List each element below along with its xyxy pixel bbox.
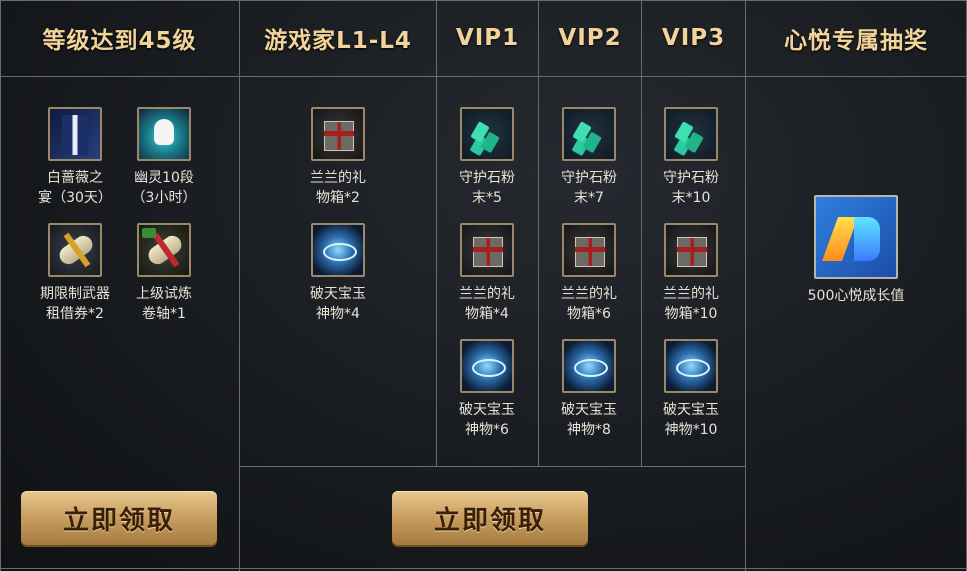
reward-item: 守护石粉 末*10 bbox=[641, 107, 741, 208]
reward-item: 兰兰的礼 物箱*10 bbox=[641, 223, 741, 324]
reward-item: 破天宝玉 神物*4 bbox=[288, 223, 388, 324]
reward-caption: 兰兰的礼 物箱*2 bbox=[310, 170, 366, 206]
reward-caption: 破天宝玉 神物*10 bbox=[663, 402, 719, 438]
header-vip1: VIP1 bbox=[455, 25, 520, 51]
header-level45: 等级达到45级 bbox=[42, 28, 197, 54]
header-divider bbox=[0, 76, 967, 77]
crystal-icon bbox=[460, 107, 514, 161]
jade-orb-icon bbox=[664, 339, 718, 393]
reward-item: 兰兰的礼 物箱*2 bbox=[288, 107, 388, 208]
reward-caption: 兰兰的礼 物箱*10 bbox=[663, 286, 719, 322]
reward-caption: 兰兰的礼 物箱*4 bbox=[459, 286, 515, 322]
reward-item: 破天宝玉 神物*10 bbox=[641, 339, 741, 440]
grid-left-line bbox=[0, 0, 1, 571]
reward-item: 破天宝玉 神物*8 bbox=[539, 339, 639, 440]
jade-orb-icon bbox=[311, 223, 365, 277]
header-vip3: VIP3 bbox=[661, 25, 726, 51]
crystal-icon bbox=[562, 107, 616, 161]
reward-caption: 白蔷薇之 宴（30天） bbox=[38, 170, 112, 206]
reward-caption: 守护石粉 末*10 bbox=[663, 170, 719, 206]
reward-caption: 破天宝玉 神物*8 bbox=[561, 402, 617, 438]
scroll-icon bbox=[48, 223, 102, 277]
tag-icon bbox=[142, 228, 156, 238]
column-divider-5 bbox=[745, 0, 746, 571]
header-gamer: 游戏家L1-L4 bbox=[264, 28, 412, 54]
reward-item: 500心悦成长值 bbox=[786, 195, 926, 306]
gift-box-icon bbox=[311, 107, 365, 161]
jade-orb-icon bbox=[460, 339, 514, 393]
reward-item: 兰兰的礼 物箱*6 bbox=[539, 223, 639, 324]
grid-bottom-line bbox=[0, 568, 967, 569]
reward-item: 守护石粉 末*5 bbox=[437, 107, 537, 208]
reward-caption: 上级试炼 卷轴*1 bbox=[136, 286, 192, 322]
reward-item: 白蔷薇之 宴（30天） bbox=[25, 107, 125, 208]
scroll-icon bbox=[137, 223, 191, 277]
reward-caption: 守护石粉 末*7 bbox=[561, 170, 617, 206]
column-divider-1 bbox=[239, 0, 240, 571]
reward-caption: 兰兰的礼 物箱*6 bbox=[561, 286, 617, 322]
reward-caption: 守护石粉 末*5 bbox=[459, 170, 515, 206]
gift-box-icon bbox=[562, 223, 616, 277]
claim-vip-button[interactable]: 立即领取 bbox=[392, 491, 588, 545]
suit-icon bbox=[48, 107, 102, 161]
reward-caption: 破天宝玉 神物*4 bbox=[310, 286, 366, 322]
reward-item: 兰兰的礼 物箱*4 bbox=[437, 223, 537, 324]
crystal-icon bbox=[664, 107, 718, 161]
reward-item: 期限制武器 租借券*2 bbox=[25, 223, 125, 324]
reward-item: 守护石粉 末*7 bbox=[539, 107, 639, 208]
reward-caption: 500心悦成长值 bbox=[807, 288, 905, 304]
vip-logo-icon bbox=[814, 195, 898, 279]
header-vip2: VIP2 bbox=[558, 25, 622, 51]
claim-level45-button[interactable]: 立即领取 bbox=[21, 491, 217, 545]
reward-caption: 破天宝玉 神物*6 bbox=[459, 402, 515, 438]
header-xinyue-lottery: 心悦专属抽奖 bbox=[784, 28, 928, 54]
ghost-pet-icon bbox=[137, 107, 191, 161]
reward-caption: 幽灵10段 （3小时） bbox=[131, 170, 197, 206]
reward-item: 幽灵10段 （3小时） bbox=[114, 107, 214, 208]
reward-caption: 期限制武器 租借券*2 bbox=[40, 286, 110, 322]
reward-item: 上级试炼 卷轴*1 bbox=[114, 223, 214, 324]
vip-table-bottom bbox=[239, 466, 745, 467]
reward-item: 破天宝玉 神物*6 bbox=[437, 339, 537, 440]
gift-box-icon bbox=[460, 223, 514, 277]
gift-box-icon bbox=[664, 223, 718, 277]
jade-orb-icon bbox=[562, 339, 616, 393]
